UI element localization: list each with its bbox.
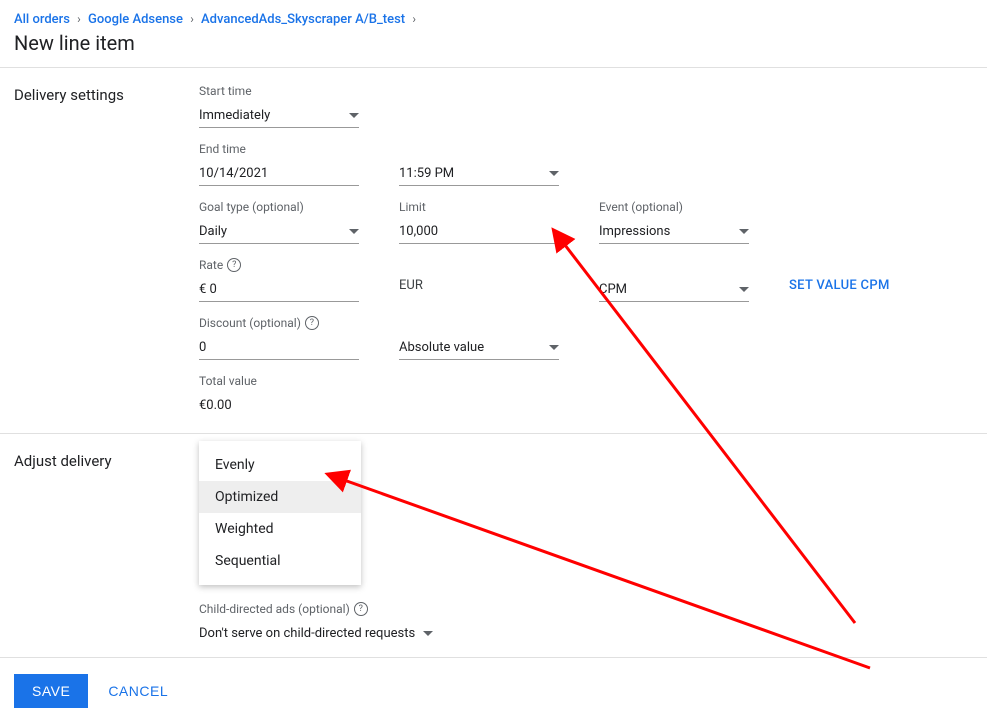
breadcrumb-link-all-orders[interactable]: All orders (14, 12, 70, 27)
delivery-option-optimized[interactable]: Optimized (199, 481, 361, 513)
goal-type-select[interactable]: Daily (199, 220, 359, 244)
total-value: €0.00 (199, 394, 359, 417)
delivery-settings-section: Delivery settings Start time Immediately… (0, 68, 987, 434)
footer-actions: SAVE CANCEL (0, 658, 987, 724)
rate-label: Rate ? (199, 258, 359, 272)
child-directed-label: Child-directed ads (optional) ? (199, 602, 973, 616)
chevron-down-icon (349, 229, 359, 234)
child-directed-select[interactable]: Don't serve on child-directed requests (199, 622, 973, 641)
rate-value: € 0 (199, 282, 217, 297)
chevron-down-icon (423, 631, 433, 636)
breadcrumb-link-line-item-group[interactable]: AdvancedAds_Skyscraper A/B_test (201, 12, 405, 27)
currency-label: EUR (399, 258, 559, 293)
delivery-option-sequential[interactable]: Sequential (199, 545, 361, 577)
set-value-cpm-button[interactable]: SET VALUE CPM (789, 258, 890, 302)
goal-type-label: Goal type (optional) (199, 200, 359, 214)
limit-label: Limit (399, 200, 559, 214)
start-time-value: Immediately (199, 108, 270, 123)
pricing-value: CPM (599, 282, 627, 297)
section-label-adjust: Adjust delivery (14, 450, 199, 641)
end-time-select[interactable]: 11:59 PM (399, 162, 559, 186)
start-time-select[interactable]: Immediately (199, 104, 359, 128)
save-button[interactable]: SAVE (14, 674, 88, 708)
total-value-label: Total value (199, 374, 359, 388)
end-date-value: 10/14/2021 (199, 166, 268, 181)
delivery-option-weighted[interactable]: Weighted (199, 513, 361, 545)
page-title: New line item (0, 29, 987, 67)
delivery-type-dropdown: EvenlyOptimizedWeightedSequential (199, 441, 361, 585)
child-directed-value: Don't serve on child-directed requests (199, 626, 415, 641)
discount-type-select[interactable]: Absolute value (399, 336, 559, 360)
chevron-right-icon: › (412, 12, 416, 26)
chevron-down-icon (349, 113, 359, 118)
adjust-delivery-section: Adjust delivery Child-directed ads (opti… (0, 434, 987, 658)
pricing-select[interactable]: CPM (599, 278, 749, 302)
event-value: Impressions (599, 224, 670, 239)
chevron-down-icon (739, 287, 749, 292)
delivery-option-evenly[interactable]: Evenly (199, 449, 361, 481)
end-time-value: 11:59 PM (399, 166, 454, 181)
end-date-input[interactable]: 10/14/2021 (199, 162, 359, 186)
section-label-delivery: Delivery settings (14, 84, 199, 417)
limit-value: 10,000 (399, 224, 438, 239)
goal-type-value: Daily (199, 224, 227, 239)
discount-value: 0 (199, 340, 206, 355)
breadcrumb: All orders › Google Adsense › AdvancedAd… (0, 0, 987, 29)
chevron-right-icon: › (77, 12, 81, 26)
chevron-down-icon (549, 345, 559, 350)
event-select[interactable]: Impressions (599, 220, 749, 244)
discount-type-value: Absolute value (399, 340, 484, 355)
discount-input[interactable]: 0 (199, 336, 359, 360)
discount-label: Discount (optional) ? (199, 316, 359, 330)
help-icon[interactable]: ? (227, 258, 241, 272)
breadcrumb-link-order[interactable]: Google Adsense (88, 12, 183, 27)
rate-input[interactable]: € 0 (199, 278, 359, 302)
chevron-down-icon (549, 171, 559, 176)
start-time-label: Start time (199, 84, 359, 98)
cancel-button[interactable]: CANCEL (108, 683, 168, 699)
end-time-label: End time (199, 142, 359, 156)
help-icon[interactable]: ? (354, 602, 368, 616)
limit-input[interactable]: 10,000 (399, 220, 559, 244)
chevron-right-icon: › (190, 12, 194, 26)
help-icon[interactable]: ? (305, 316, 319, 330)
event-label: Event (optional) (599, 200, 749, 214)
chevron-down-icon (739, 229, 749, 234)
